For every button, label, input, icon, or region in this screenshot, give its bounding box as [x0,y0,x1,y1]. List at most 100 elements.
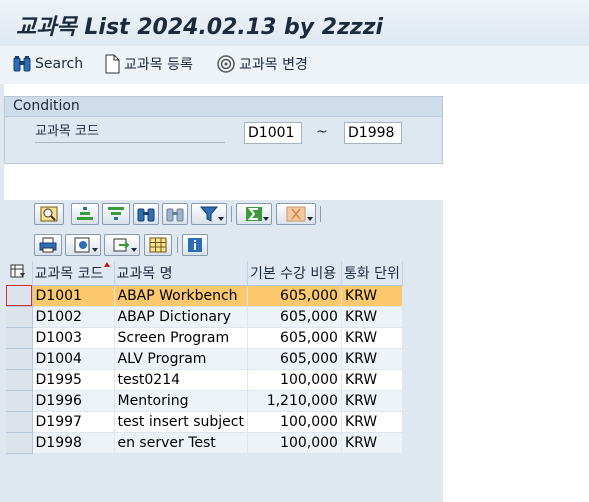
row-selector[interactable] [6,411,33,433]
total-dropdown-arrow [263,217,269,221]
cell-subject-name[interactable]: en server Test [114,432,248,454]
toolbar-separator [177,237,178,253]
table-row[interactable]: D1995 test0214 100,000 KRW [6,369,403,391]
cell-subject-name[interactable]: Mentoring [114,390,248,412]
subtotal-icon [286,206,306,222]
views-dropdown-arrow [92,248,98,252]
cell-currency[interactable]: KRW [341,411,403,433]
cell-base-cost[interactable]: 100,000 [247,432,342,454]
cell-base-cost[interactable]: 100,000 [247,369,342,391]
cell-subject-code[interactable]: D1997 [32,411,115,433]
export-button[interactable] [104,234,140,256]
cell-currency[interactable]: KRW [341,390,403,412]
column-header-label: 기본 수강 비용 [249,265,337,282]
sort-ascending-indicator-icon [103,262,110,267]
cell-subject-name[interactable]: test0214 [114,369,248,391]
register-subject-button[interactable]: 교과목 등록 [103,52,193,76]
print-icon [39,237,57,253]
cell-subject-code[interactable]: D1001 [32,285,115,307]
cell-currency[interactable]: KRW [341,285,403,307]
cell-subject-name[interactable]: ALV Program [114,348,248,370]
subtotal-dropdown-arrow [307,217,313,221]
row-selector[interactable] [6,432,33,454]
table-row[interactable]: D1002 ABAP Dictionary 605,000 KRW [6,306,403,328]
table-row[interactable]: D1003 Screen Program 605,000 KRW [6,327,403,349]
table-row[interactable]: D1004 ALV Program 605,000 KRW [6,348,403,370]
find-next-button[interactable] [162,203,188,225]
find-button[interactable] [133,203,159,225]
sort-descending-button[interactable] [102,203,130,225]
layout-button[interactable] [144,234,172,256]
print-button[interactable] [34,234,62,256]
table-row[interactable]: D1001 ABAP Workbench 605,000 KRW [6,285,403,307]
title-bar: 교과목 List 2024.02.13 by 2zzzi [0,0,589,46]
sort-ascending-button[interactable] [71,203,99,225]
cell-base-cost[interactable]: 605,000 [247,306,342,328]
cell-subject-name[interactable]: ABAP Dictionary [114,306,248,328]
select-all-icon [10,264,25,278]
cell-subject-code[interactable]: D1002 [32,306,115,328]
search-button-label: Search [35,56,84,72]
cell-currency[interactable]: KRW [341,348,403,370]
cell-subject-code[interactable]: D1003 [32,327,115,349]
row-selector[interactable] [6,285,33,307]
cell-subject-name[interactable]: test insert subject [114,411,248,433]
cell-base-cost[interactable]: 605,000 [247,348,342,370]
select-all-button[interactable] [6,261,33,286]
sort-descending-icon [108,207,124,220]
subtotal-button[interactable] [276,203,316,225]
cell-subject-code[interactable]: D1998 [32,432,115,454]
cell-currency[interactable]: KRW [341,327,403,349]
toolbar-separator [231,206,232,222]
column-header-base-cost[interactable]: 기본 수강 비용 [247,261,342,286]
cell-subject-code[interactable]: D1004 [32,348,115,370]
binoculars-icon [13,56,31,72]
filter-button[interactable] [191,203,227,225]
table-row[interactable]: D1998 en server Test 100,000 KRW [6,432,403,454]
table-row[interactable]: D1996 Mentoring 1,210,000 KRW [6,390,403,412]
cell-subject-name[interactable]: ABAP Workbench [114,285,248,307]
cell-subject-name[interactable]: Screen Program [114,327,248,349]
column-header-subject-code[interactable]: 교과목 코드 [32,261,115,286]
cell-base-cost[interactable]: 605,000 [247,285,342,307]
cell-subject-code[interactable]: D1995 [32,369,115,391]
cell-currency[interactable]: KRW [341,369,403,391]
page-title: 교과목 List 2024.02.13 by 2zzzi [16,15,384,40]
row-selector[interactable] [6,306,33,328]
row-selector[interactable] [6,390,33,412]
sort-ascending-icon [77,207,93,220]
subject-grid: 교과목 코드 교과목 명 기본 수강 비용 통화 단위 D1001 ABAP Wo… [6,261,403,454]
cell-currency[interactable]: KRW [341,432,403,454]
cell-base-cost[interactable]: 100,000 [247,411,342,433]
column-header-subject-name[interactable]: 교과목 명 [114,261,248,286]
subject-code-from-input[interactable]: D1001 [244,122,302,144]
row-selector[interactable] [6,327,33,349]
condition-header: Condition [5,97,442,117]
search-button[interactable]: Search [12,52,83,76]
views-button[interactable] [65,234,101,256]
row-selector[interactable] [6,369,33,391]
new-document-icon [105,54,120,74]
range-separator: ~ [316,124,328,140]
column-header-label: 교과목 명 [116,265,173,282]
export-icon [113,238,130,252]
details-button[interactable] [34,203,64,225]
change-subject-button[interactable]: 교과목 변경 [216,52,308,76]
total-button[interactable] [236,203,272,225]
information-button[interactable] [182,234,208,256]
condition-block: Condition 교과목 코드 D1001 ~ D1998 [4,96,443,164]
cell-subject-code[interactable]: D1996 [32,390,115,412]
cell-base-cost[interactable]: 1,210,000 [247,390,342,412]
subject-code-to-input[interactable]: D1998 [344,122,402,144]
row-selector[interactable] [6,348,33,370]
column-header-label: 통화 단위 [343,265,400,282]
table-row[interactable]: D1997 test insert subject 100,000 KRW [6,411,403,433]
grid-body: D1001 ABAP Workbench 605,000 KRW D1002 ABAP D… [6,285,403,454]
filter-dropdown-arrow [218,217,224,221]
cell-base-cost[interactable]: 605,000 [247,327,342,349]
find-next-icon [166,208,184,222]
cell-currency[interactable]: KRW [341,306,403,328]
column-header-currency[interactable]: 통화 단위 [341,261,403,286]
toolbar-separator [320,206,321,222]
register-subject-label: 교과목 등록 [124,57,193,73]
